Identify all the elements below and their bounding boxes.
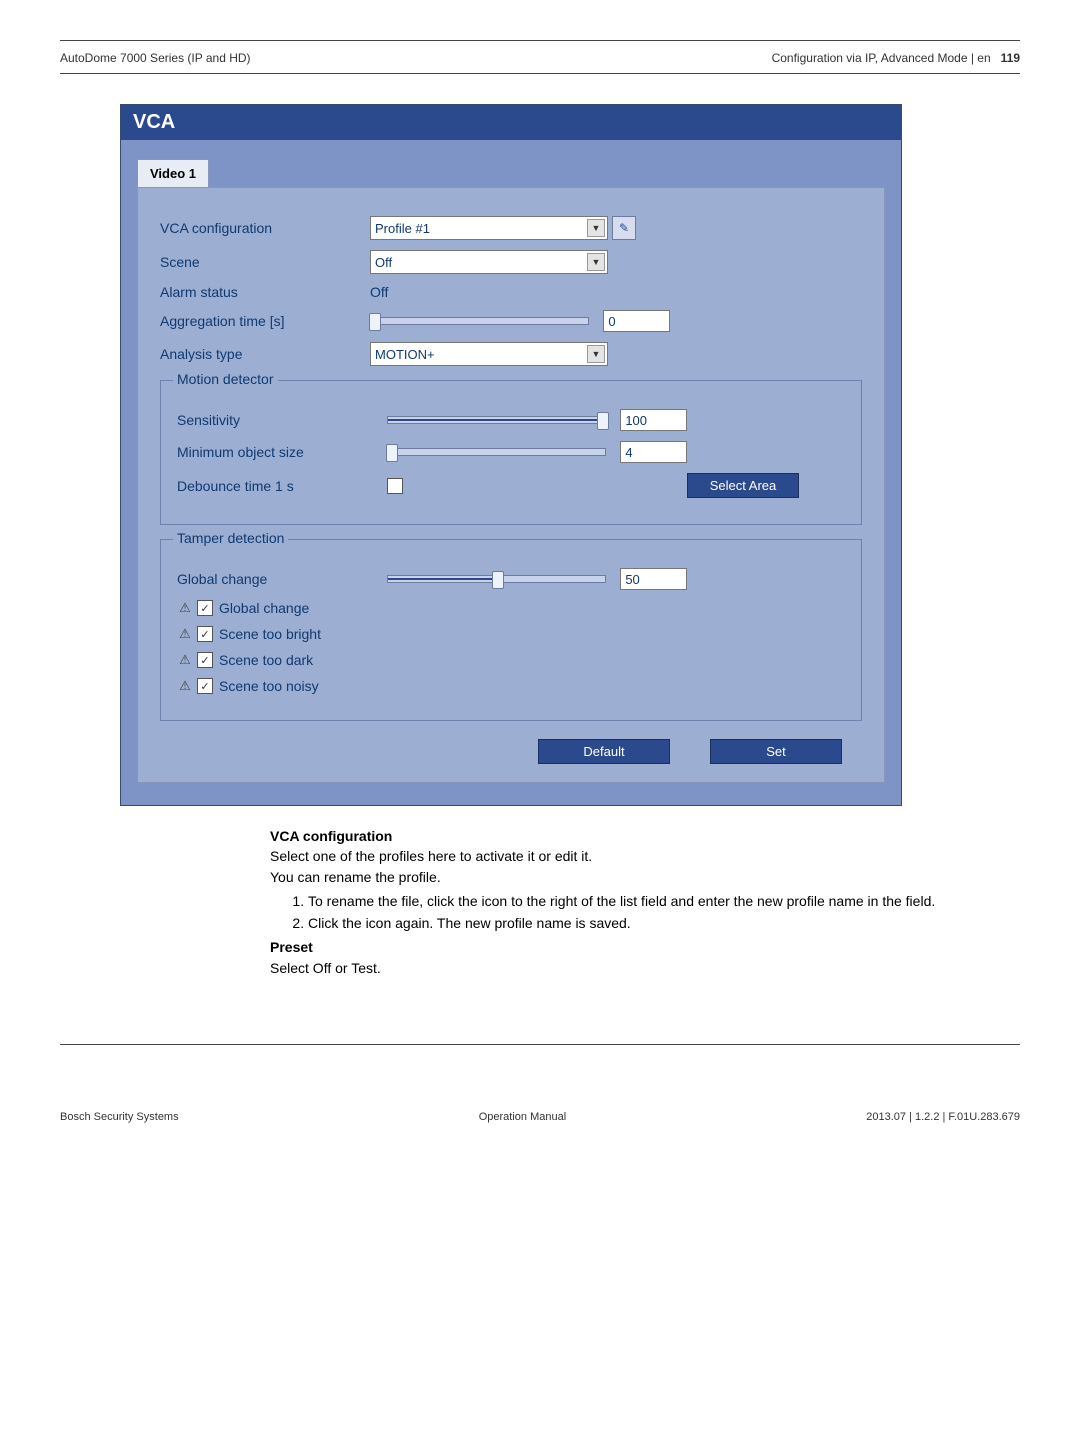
tab-content: VCA configuration Profile #1 ▼ ✎ Scene O… (137, 187, 885, 783)
vca-config-value: Profile #1 (375, 221, 430, 236)
vca-config-heading: VCA configuration (270, 828, 392, 844)
aggregation-slider[interactable] (370, 317, 589, 325)
default-button[interactable]: Default (538, 739, 670, 764)
scene-too-dark-checkbox[interactable]: ✓ (197, 652, 213, 668)
step-2: Click the icon again. The new profile na… (308, 913, 1020, 933)
min-obj-label: Minimum object size (177, 444, 387, 460)
scene-too-dark-label: Scene too dark (219, 652, 313, 668)
footer-left: Bosch Security Systems (60, 1111, 179, 1123)
alarm-status-value: Off (370, 284, 388, 300)
step-1: To rename the file, click the icon to th… (308, 891, 1020, 911)
chevron-down-icon[interactable]: ▼ (587, 345, 605, 363)
global-change-value[interactable]: 50 (620, 568, 687, 590)
footer-right: 2013.07 | 1.2.2 | F.01U.283.679 (866, 1111, 1020, 1123)
tamper-check-row: ⚠ ✓ Global change (177, 600, 845, 616)
vca-config-label: VCA configuration (160, 220, 370, 236)
slider-handle[interactable] (369, 313, 381, 331)
scene-too-bright-label: Scene too bright (219, 626, 321, 642)
warning-icon: ⚠ (177, 627, 193, 641)
vca-config-select[interactable]: Profile #1 ▼ (370, 216, 608, 240)
page-number: 119 (1001, 51, 1020, 65)
slider-handle[interactable] (597, 412, 609, 430)
aggregation-value[interactable]: 0 (603, 310, 670, 332)
global-change-slider[interactable] (387, 575, 606, 583)
warning-icon: ⚠ (177, 653, 193, 667)
warning-icon: ⚠ (177, 601, 193, 615)
tamper-detection-group: Tamper detection Global change 50 ⚠ (160, 539, 862, 721)
section-name: Configuration via IP, Advanced Mode | en (772, 51, 991, 65)
tamper-check-row: ⚠ ✓ Scene too noisy (177, 678, 845, 694)
global-change-slider-label: Global change (177, 571, 387, 587)
motion-detector-group: Motion detector Sensitivity 100 Minim (160, 380, 862, 525)
motion-detector-title: Motion detector (173, 371, 278, 387)
tamper-check-row: ⚠ ✓ Scene too bright (177, 626, 845, 642)
tamper-detection-title: Tamper detection (173, 530, 288, 546)
body-p2: You can rename the profile. (270, 867, 1020, 887)
scene-select[interactable]: Off ▼ (370, 250, 608, 274)
alarm-status-label: Alarm status (160, 284, 370, 300)
select-area-button[interactable]: Select Area (687, 473, 799, 498)
rename-profile-icon[interactable]: ✎ (612, 216, 636, 240)
debounce-label: Debounce time 1 s (177, 478, 387, 494)
analysis-type-select[interactable]: MOTION+ ▼ (370, 342, 608, 366)
tab-video-1[interactable]: Video 1 (137, 159, 209, 188)
debounce-checkbox[interactable] (387, 478, 403, 494)
preset-heading: Preset (270, 939, 313, 955)
chevron-down-icon[interactable]: ▼ (587, 219, 605, 237)
warning-icon: ⚠ (177, 679, 193, 693)
scene-value: Off (375, 255, 392, 270)
vca-panel: VCA Video 1 VCA configuration Profile #1… (120, 104, 902, 806)
aggregation-label: Aggregation time [s] (160, 313, 370, 329)
global-change-label: Global change (219, 600, 309, 616)
scene-label: Scene (160, 254, 370, 270)
chevron-down-icon[interactable]: ▼ (587, 253, 605, 271)
body-p3: Select Off or Test. (270, 958, 1020, 978)
tamper-check-row: ⚠ ✓ Scene too dark (177, 652, 845, 668)
footer-center: Operation Manual (479, 1111, 566, 1123)
scene-too-noisy-checkbox[interactable]: ✓ (197, 678, 213, 694)
scene-too-noisy-label: Scene too noisy (219, 678, 319, 694)
sensitivity-slider[interactable] (387, 416, 606, 424)
slider-handle[interactable] (386, 444, 398, 462)
set-button[interactable]: Set (710, 739, 842, 764)
product-name: AutoDome 7000 Series (IP and HD) (60, 51, 251, 65)
min-obj-value[interactable]: 4 (620, 441, 687, 463)
body-p1: Select one of the profiles here to activ… (270, 846, 1020, 866)
min-obj-slider[interactable] (387, 448, 606, 456)
vca-panel-title: VCA (121, 105, 901, 140)
global-change-checkbox[interactable]: ✓ (197, 600, 213, 616)
analysis-type-label: Analysis type (160, 346, 370, 362)
scene-too-bright-checkbox[interactable]: ✓ (197, 626, 213, 642)
sensitivity-label: Sensitivity (177, 412, 387, 428)
slider-handle[interactable] (492, 571, 504, 589)
analysis-type-value: MOTION+ (375, 347, 435, 362)
sensitivity-value[interactable]: 100 (620, 409, 687, 431)
